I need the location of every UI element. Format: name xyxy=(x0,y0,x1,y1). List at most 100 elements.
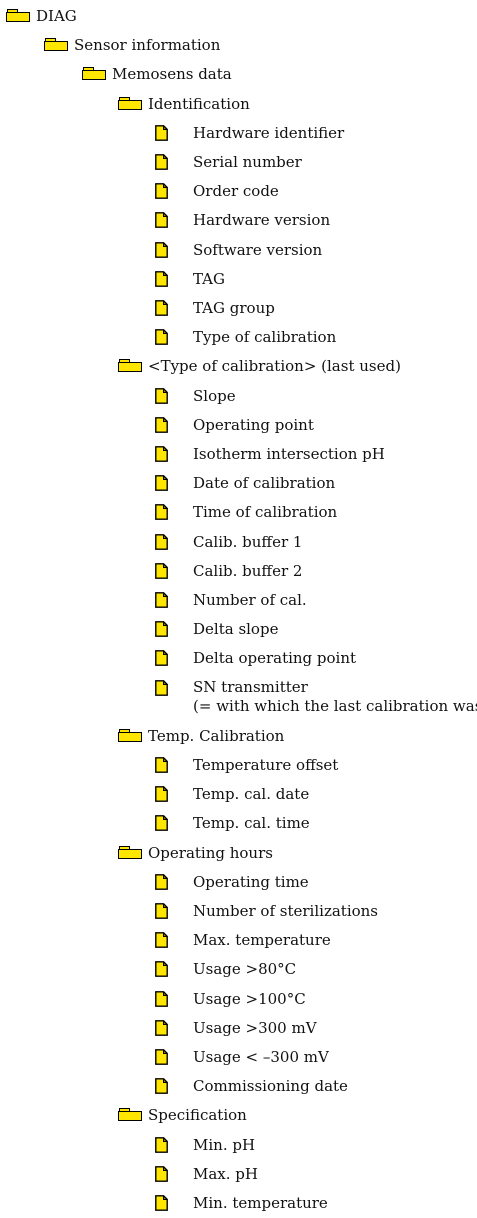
document-icon xyxy=(155,473,168,492)
tree-file-node[interactable]: Usage >100°C xyxy=(155,989,306,1009)
tree-node-label-line2: (= with which the last calibration was) xyxy=(193,696,477,715)
document-icon xyxy=(155,298,168,316)
document-icon xyxy=(155,327,168,346)
tree-file-node[interactable]: Max. temperature xyxy=(155,930,331,950)
tree-file-node[interactable]: Operating point xyxy=(155,415,314,435)
document-icon xyxy=(155,532,168,550)
tree-file-node[interactable]: SN transmitter (= with which the last cal… xyxy=(155,678,477,718)
tree-folder-node[interactable]: Memosens data xyxy=(82,64,232,84)
tree-file-node[interactable]: Operating time xyxy=(155,872,309,892)
tree-file-node[interactable]: Number of cal. xyxy=(155,590,307,610)
tree-file-node[interactable]: Commissioning date xyxy=(155,1076,348,1096)
tree-node-label: Temp. Calibration xyxy=(148,726,285,745)
tree-node-label: TAG group xyxy=(193,299,275,317)
tree-file-node[interactable]: Software version xyxy=(155,240,322,260)
document-icon xyxy=(155,502,168,521)
document-icon xyxy=(155,415,168,433)
document-icon xyxy=(155,1047,168,1065)
tree-folder-node[interactable]: Operating hours xyxy=(118,843,273,863)
tree-file-node[interactable]: Temp. cal. date xyxy=(155,784,309,804)
tree-file-node[interactable]: Calib. buffer 2 xyxy=(155,561,302,581)
tree-node-label: Order code xyxy=(193,182,279,201)
tree-file-node[interactable]: Usage >80°C xyxy=(155,959,296,979)
tree-file-node[interactable]: Hardware version xyxy=(155,210,330,230)
tree-file-node[interactable]: Delta slope xyxy=(155,619,278,639)
document-icon xyxy=(155,813,168,832)
folder-icon xyxy=(44,35,68,52)
tree-folder-node[interactable]: Identification xyxy=(118,94,250,114)
tree-node-label: Memosens data xyxy=(112,65,232,84)
document-icon xyxy=(155,123,168,141)
tree-folder-node[interactable]: Temp. Calibration xyxy=(118,726,284,746)
tree-node-label: Max. pH xyxy=(193,1164,258,1183)
tree-file-node[interactable]: Isotherm intersection pH xyxy=(155,444,385,464)
tree-node-label: Serial number xyxy=(193,153,302,171)
folder-icon xyxy=(118,94,142,111)
tree-node-label: Min. pH xyxy=(193,1135,256,1154)
tree-node-label: Hardware version xyxy=(193,211,331,230)
tree-file-node[interactable]: Slope xyxy=(155,386,236,406)
document-icon xyxy=(155,1135,168,1153)
tree-node-label: Usage >80°C xyxy=(193,960,297,979)
folder-icon xyxy=(118,1105,142,1122)
tree-file-node[interactable]: TAG group xyxy=(155,298,275,318)
tree-file-node[interactable]: Temp. cal. time xyxy=(155,813,310,833)
document-icon xyxy=(155,1018,168,1036)
tree-folder-node[interactable]: Specification xyxy=(118,1105,247,1125)
document-icon xyxy=(155,152,168,170)
tree-node-label: Specification xyxy=(148,1106,247,1125)
tree-node-label: <Type of calibration> (last used) xyxy=(148,357,401,376)
document-icon xyxy=(155,269,168,287)
tree-node-label: Max. temperature xyxy=(193,931,331,950)
document-icon xyxy=(155,755,168,773)
tree-node-label: Usage < –300 mV xyxy=(193,1048,329,1066)
tree-node-label: Temperature offset xyxy=(193,756,339,774)
tree-node-label: Temp. cal. date xyxy=(193,785,310,804)
tree-file-node[interactable]: Number of sterilizations xyxy=(155,901,378,921)
document-icon xyxy=(155,240,168,258)
document-icon xyxy=(155,959,168,978)
tree-file-node[interactable]: Max. pH xyxy=(155,1164,258,1184)
tree-file-node[interactable]: Calib. buffer 1 xyxy=(155,532,302,552)
tree-node-label: Number of cal. xyxy=(193,591,307,609)
folder-icon xyxy=(82,64,106,81)
tree-file-node[interactable]: Serial number xyxy=(155,152,302,172)
tree-file-node[interactable]: Min. pH xyxy=(155,1135,255,1155)
tree-node-label: Commissioning date xyxy=(193,1077,348,1096)
tree-file-node[interactable]: Usage >300 mV xyxy=(155,1018,317,1038)
tree-folder-node[interactable]: DIAG xyxy=(6,6,77,26)
tree-file-node[interactable]: Hardware identifier xyxy=(155,123,344,143)
tree-node-label: Operating point xyxy=(193,415,314,434)
tree-node-label: DIAG xyxy=(36,7,77,25)
document-icon xyxy=(155,901,168,919)
tree-folder-node[interactable]: Sensor information xyxy=(44,35,220,55)
folder-icon xyxy=(118,843,142,860)
tree-node-label: Calib. buffer 2 xyxy=(193,561,303,580)
tree-file-node[interactable]: Type of calibration xyxy=(155,327,336,347)
tree-node-label: Usage >300 mV xyxy=(193,1018,317,1037)
tree-file-node[interactable]: Temperature offset xyxy=(155,755,338,775)
tree-node-label: Temp. cal. time xyxy=(193,814,310,833)
document-icon xyxy=(155,648,168,667)
tree-node-label: Delta slope xyxy=(193,620,279,639)
tree-folder-node[interactable]: <Type of calibration> (last used) xyxy=(118,356,401,376)
document-icon xyxy=(155,561,168,579)
tree-file-node[interactable]: Usage < –300 mV xyxy=(155,1047,329,1067)
document-icon xyxy=(155,989,168,1007)
document-icon xyxy=(155,930,168,949)
tree-node-label: Calib. buffer 1 xyxy=(193,532,303,551)
tree-node-label: Sensor information xyxy=(74,36,221,55)
tree-file-node[interactable]: Order code xyxy=(155,181,279,201)
tree-file-node[interactable]: TAG xyxy=(155,269,225,289)
tree-file-node[interactable]: Min. temperature xyxy=(155,1193,328,1213)
document-icon xyxy=(155,181,168,200)
document-icon xyxy=(155,1076,168,1095)
tree-file-node[interactable]: Delta operating point xyxy=(155,648,356,668)
tree-file-node[interactable]: Date of calibration xyxy=(155,473,335,493)
folder-icon xyxy=(6,6,30,23)
tree-node-label: Slope xyxy=(193,386,236,405)
folder-icon xyxy=(118,726,142,743)
tree-file-node[interactable]: Time of calibration xyxy=(155,502,337,522)
tree-node-label: Min. temperature xyxy=(193,1194,328,1212)
tree-node-label: Type of calibration xyxy=(193,328,337,347)
